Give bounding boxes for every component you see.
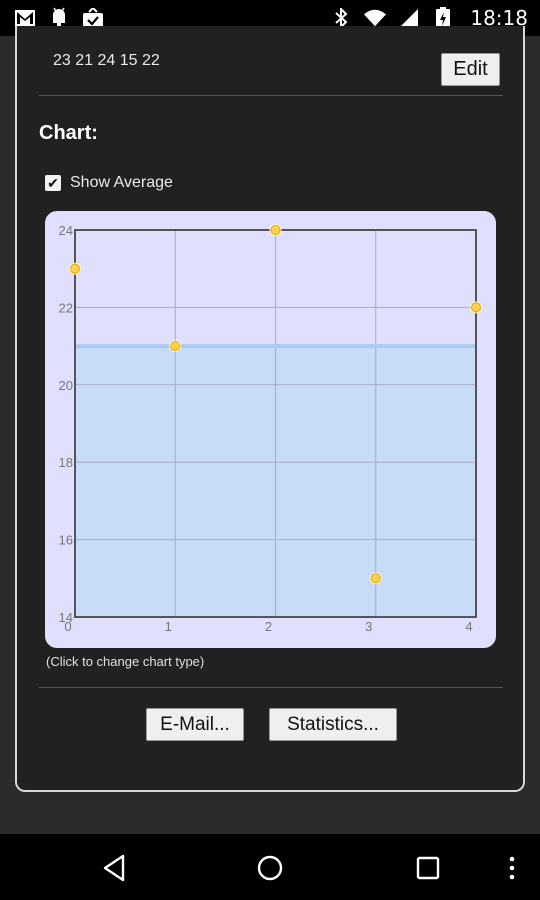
data-values-text: 23 21 24 15 22 (53, 52, 160, 69)
chart-area[interactable]: 14 16 18 20 22 24 0 1 2 3 4 (45, 211, 496, 648)
y-tick-label: 18 (59, 455, 73, 470)
home-icon[interactable] (255, 853, 285, 883)
data-point (471, 302, 481, 313)
chart-heading: Chart: (39, 122, 98, 144)
data-point (370, 573, 381, 584)
x-tick-label: 3 (365, 619, 372, 634)
x-tick-label: 0 (64, 619, 71, 634)
divider-bottom (39, 687, 503, 688)
statistics-button[interactable]: Statistics... (269, 708, 397, 741)
chart-hint: (Click to change chart type) (46, 654, 205, 669)
x-tick-label: 1 (165, 619, 172, 634)
y-tick-label: 16 (59, 533, 73, 548)
show-average-row[interactable]: ✔ Show Average (45, 174, 173, 192)
show-average-label: Show Average (70, 174, 173, 191)
data-point (170, 341, 181, 352)
edit-button[interactable]: Edit (441, 53, 500, 86)
data-point (270, 225, 281, 235)
chart-svg[interactable]: 1416182022240 1 2 3 4 (45, 211, 496, 648)
show-average-checkbox[interactable]: ✔ (45, 175, 61, 191)
y-tick-label: 22 (59, 300, 73, 315)
data-point (70, 263, 80, 274)
y-tick-label: 20 (59, 378, 73, 393)
email-button[interactable]: E-Mail... (146, 708, 244, 741)
recents-icon[interactable] (413, 853, 443, 883)
divider-top (39, 95, 503, 96)
overflow-menu-icon[interactable] (497, 853, 527, 883)
main-card: 23 21 24 15 22 Edit Chart: ✔ Show Averag… (15, 26, 525, 792)
y-tick-label: 24 (59, 223, 73, 238)
back-icon[interactable] (99, 853, 129, 883)
x-tick-label: 4 (465, 619, 472, 634)
nav-bar (0, 834, 540, 900)
x-tick-label: 2 (265, 619, 272, 634)
